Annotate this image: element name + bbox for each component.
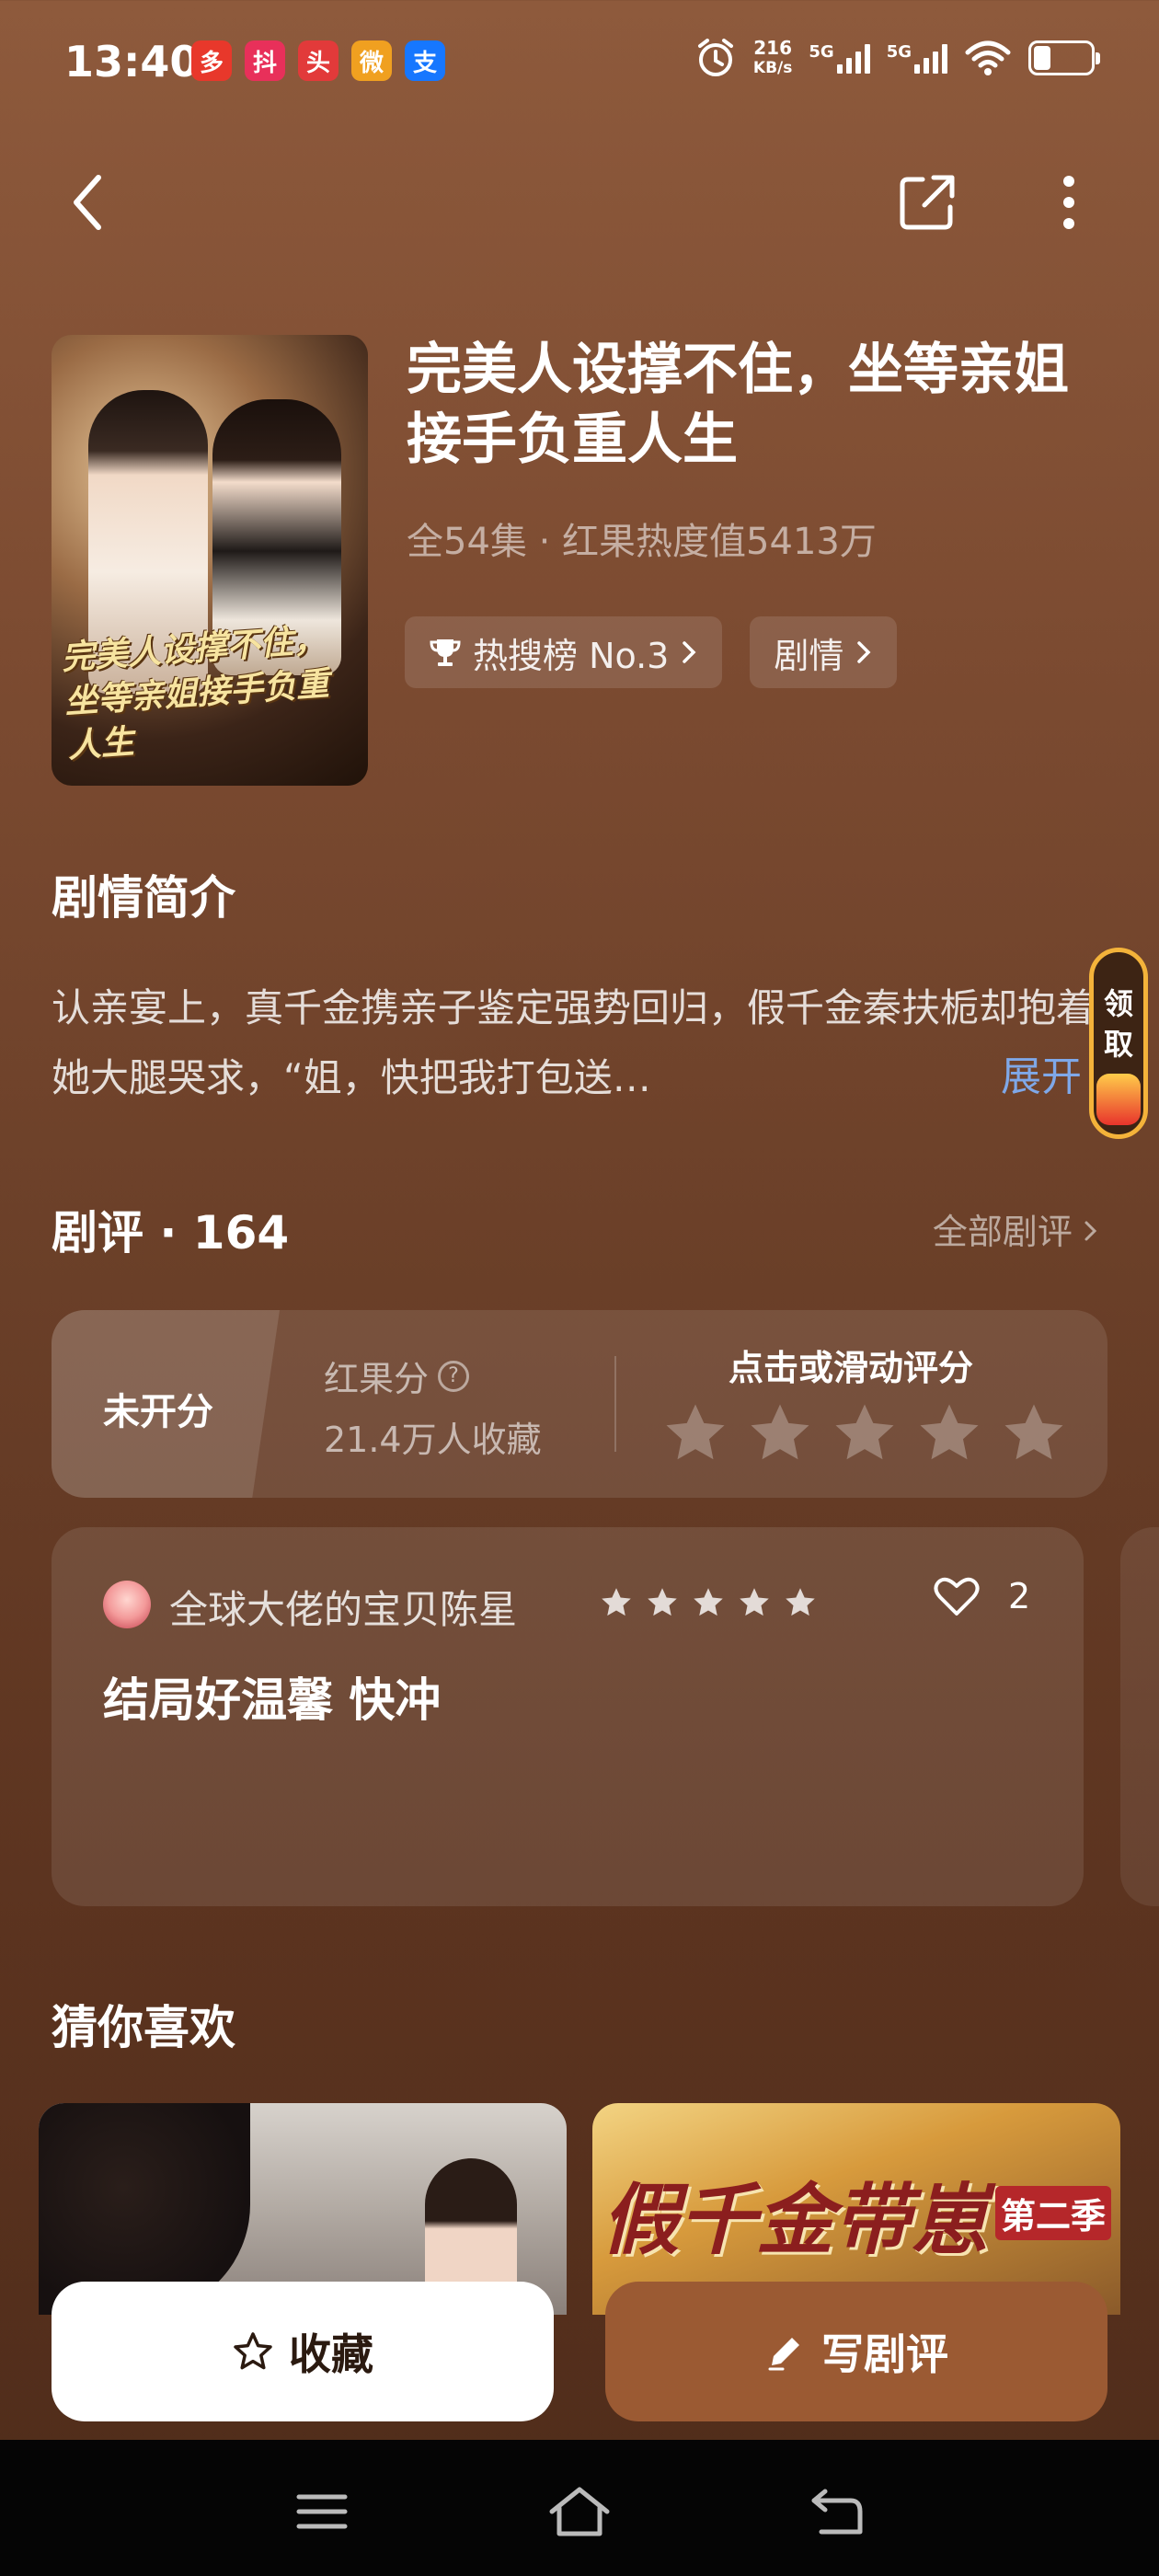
status-indicators: 216 KB/s 5G 5G <box>694 37 1100 79</box>
poster-title: 完美人设撑不住，坐等亲姐接手负重人生 <box>60 620 331 765</box>
chevron-right-icon <box>683 641 696 663</box>
menu-button[interactable] <box>285 2475 359 2548</box>
score-label: 红果分 ? <box>324 1351 470 1401</box>
genre-tag[interactable]: 剧情 <box>750 616 898 688</box>
drama-tags: 热搜榜 No.3 剧情 <box>405 616 898 688</box>
recommend-title: 假千金带崽 <box>602 2174 989 2265</box>
share-icon <box>900 175 955 230</box>
recommend-heading: 猜你喜欢 <box>52 2001 235 2054</box>
notification-icons: 多 抖 头 微 支 <box>191 40 445 81</box>
star-icon[interactable] <box>1001 1400 1067 1466</box>
synopsis-heading: 剧情简介 <box>52 871 235 925</box>
drama-meta: 全54集 · 红果热度值5413万 <box>407 521 877 563</box>
rating-stars[interactable] <box>662 1400 1067 1466</box>
genre-label: 剧情 <box>774 635 844 676</box>
signal-sim2: 5G <box>887 42 947 74</box>
reviewer-name[interactable]: 全球大佬的宝贝陈星 <box>169 1579 517 1635</box>
home-button[interactable] <box>543 2475 616 2548</box>
trophy-icon <box>430 639 461 666</box>
pencil-icon <box>768 2338 799 2371</box>
star-icon <box>602 1588 631 1616</box>
season-badge: 第二季 <box>994 2186 1111 2240</box>
net-speed-unit: KB/s <box>752 59 793 77</box>
like-button[interactable]: 2 <box>933 1575 1030 1617</box>
favorite-label: 收藏 <box>289 2329 373 2379</box>
chevron-right-icon <box>1084 1221 1097 1241</box>
toutiao-icon: 头 <box>298 40 339 81</box>
avatar[interactable] <box>103 1581 151 1628</box>
heart-icon <box>934 1577 980 1616</box>
signal-bars-icon <box>836 42 870 74</box>
expand-link[interactable]: 展开 <box>1001 1043 1082 1102</box>
wifi-icon <box>965 40 1011 75</box>
status-bar: 13:40 多 抖 头 微 支 216 KB/s 5G 5G <box>0 0 1159 129</box>
help-icon[interactable]: ? <box>438 1360 470 1392</box>
rating-card: 未开分 红果分 ? 21.4万人收藏 点击或滑动评分 <box>52 1310 1107 1498</box>
menu-icon <box>296 2494 348 2529</box>
star-icon <box>786 1588 815 1616</box>
score-name: 红果分 <box>324 1359 430 1399</box>
top-nav <box>0 156 1159 248</box>
review-card[interactable]: 全球大佬的宝贝陈星 2 结局好温馨 快冲 <box>52 1527 1084 1906</box>
reviews-heading: 剧评 · 164 <box>52 1206 290 1259</box>
battery-icon <box>1028 40 1100 75</box>
hot-search-label: 热搜榜 No.3 <box>473 635 670 676</box>
star-icon <box>740 1588 769 1616</box>
rating-status: 未开分 <box>52 1310 280 1498</box>
more-button[interactable] <box>1032 166 1106 239</box>
like-count: 2 <box>1008 1576 1031 1616</box>
net-speed-value: 216 <box>753 37 793 59</box>
all-reviews-label: 全部剧评 <box>932 1212 1073 1252</box>
review-stars <box>600 1586 817 1619</box>
reward-label-1: 领 <box>1103 986 1133 1021</box>
signal-sim1: 5G <box>809 42 870 74</box>
net-speed: 216 KB/s <box>753 38 792 78</box>
home-icon <box>549 2487 610 2536</box>
synopsis-text: 认亲宴上，真千金携亲子鉴定强势回归，假千金秦扶栀却抱着她大腿哭求，“姐，快把我打… <box>52 985 1096 1100</box>
back-button[interactable] <box>52 166 125 239</box>
alarm-icon <box>697 39 733 76</box>
divider <box>614 1356 616 1452</box>
red-envelope-icon <box>1096 1074 1141 1125</box>
write-review-button[interactable]: 写剧评 <box>605 2282 1107 2421</box>
system-nav-bar <box>0 2440 1159 2576</box>
write-review-label: 写剧评 <box>821 2329 948 2379</box>
douyin-icon: 抖 <box>245 40 285 81</box>
star-icon[interactable] <box>662 1400 729 1466</box>
share-button[interactable] <box>890 166 964 239</box>
signal-bars-icon <box>914 42 947 74</box>
sim2-label: 5G <box>886 42 912 62</box>
drama-poster[interactable]: 完美人设撑不住，坐等亲姐接手负重人生 <box>52 335 368 786</box>
hot-search-tag[interactable]: 热搜榜 No.3 <box>405 616 723 688</box>
star-icon[interactable] <box>832 1400 898 1466</box>
rating-status-label: 未开分 <box>103 1391 213 1433</box>
star-icon <box>648 1588 677 1616</box>
back-arrow-icon <box>74 175 101 230</box>
favorite-button[interactable]: 收藏 <box>52 2282 554 2421</box>
star-icon[interactable] <box>916 1400 982 1466</box>
favorites-count: 21.4万人收藏 <box>324 1420 542 1460</box>
more-vertical-icon <box>1063 176 1074 229</box>
return-icon <box>811 2489 863 2535</box>
status-time: 13:40 <box>64 37 200 86</box>
rate-prompt: 点击或滑动评分 <box>729 1348 974 1388</box>
star-outline-icon <box>234 2332 272 2370</box>
all-reviews-link[interactable]: 全部剧评 <box>933 1203 1098 1254</box>
reward-label-2: 取 <box>1103 1027 1133 1062</box>
reward-float-button[interactable]: 领 取 <box>1089 948 1148 1139</box>
next-review-card[interactable] <box>1120 1527 1159 1906</box>
bottom-actions: 收藏 写剧评 <box>0 2278 1159 2425</box>
alipay-icon: 支 <box>405 40 445 81</box>
weibo-icon: 微 <box>351 40 392 81</box>
review-text: 结局好温馨 快冲 <box>103 1673 442 1727</box>
pinduoduo-icon: 多 <box>191 40 232 81</box>
drama-title: 完美人设撑不住，坐等亲姐接手负重人生 <box>407 338 1069 472</box>
star-icon[interactable] <box>747 1400 813 1466</box>
star-icon <box>694 1588 723 1616</box>
sim1-label: 5G <box>809 42 834 62</box>
system-back-button[interactable] <box>800 2475 874 2548</box>
chevron-right-icon <box>857 641 871 663</box>
